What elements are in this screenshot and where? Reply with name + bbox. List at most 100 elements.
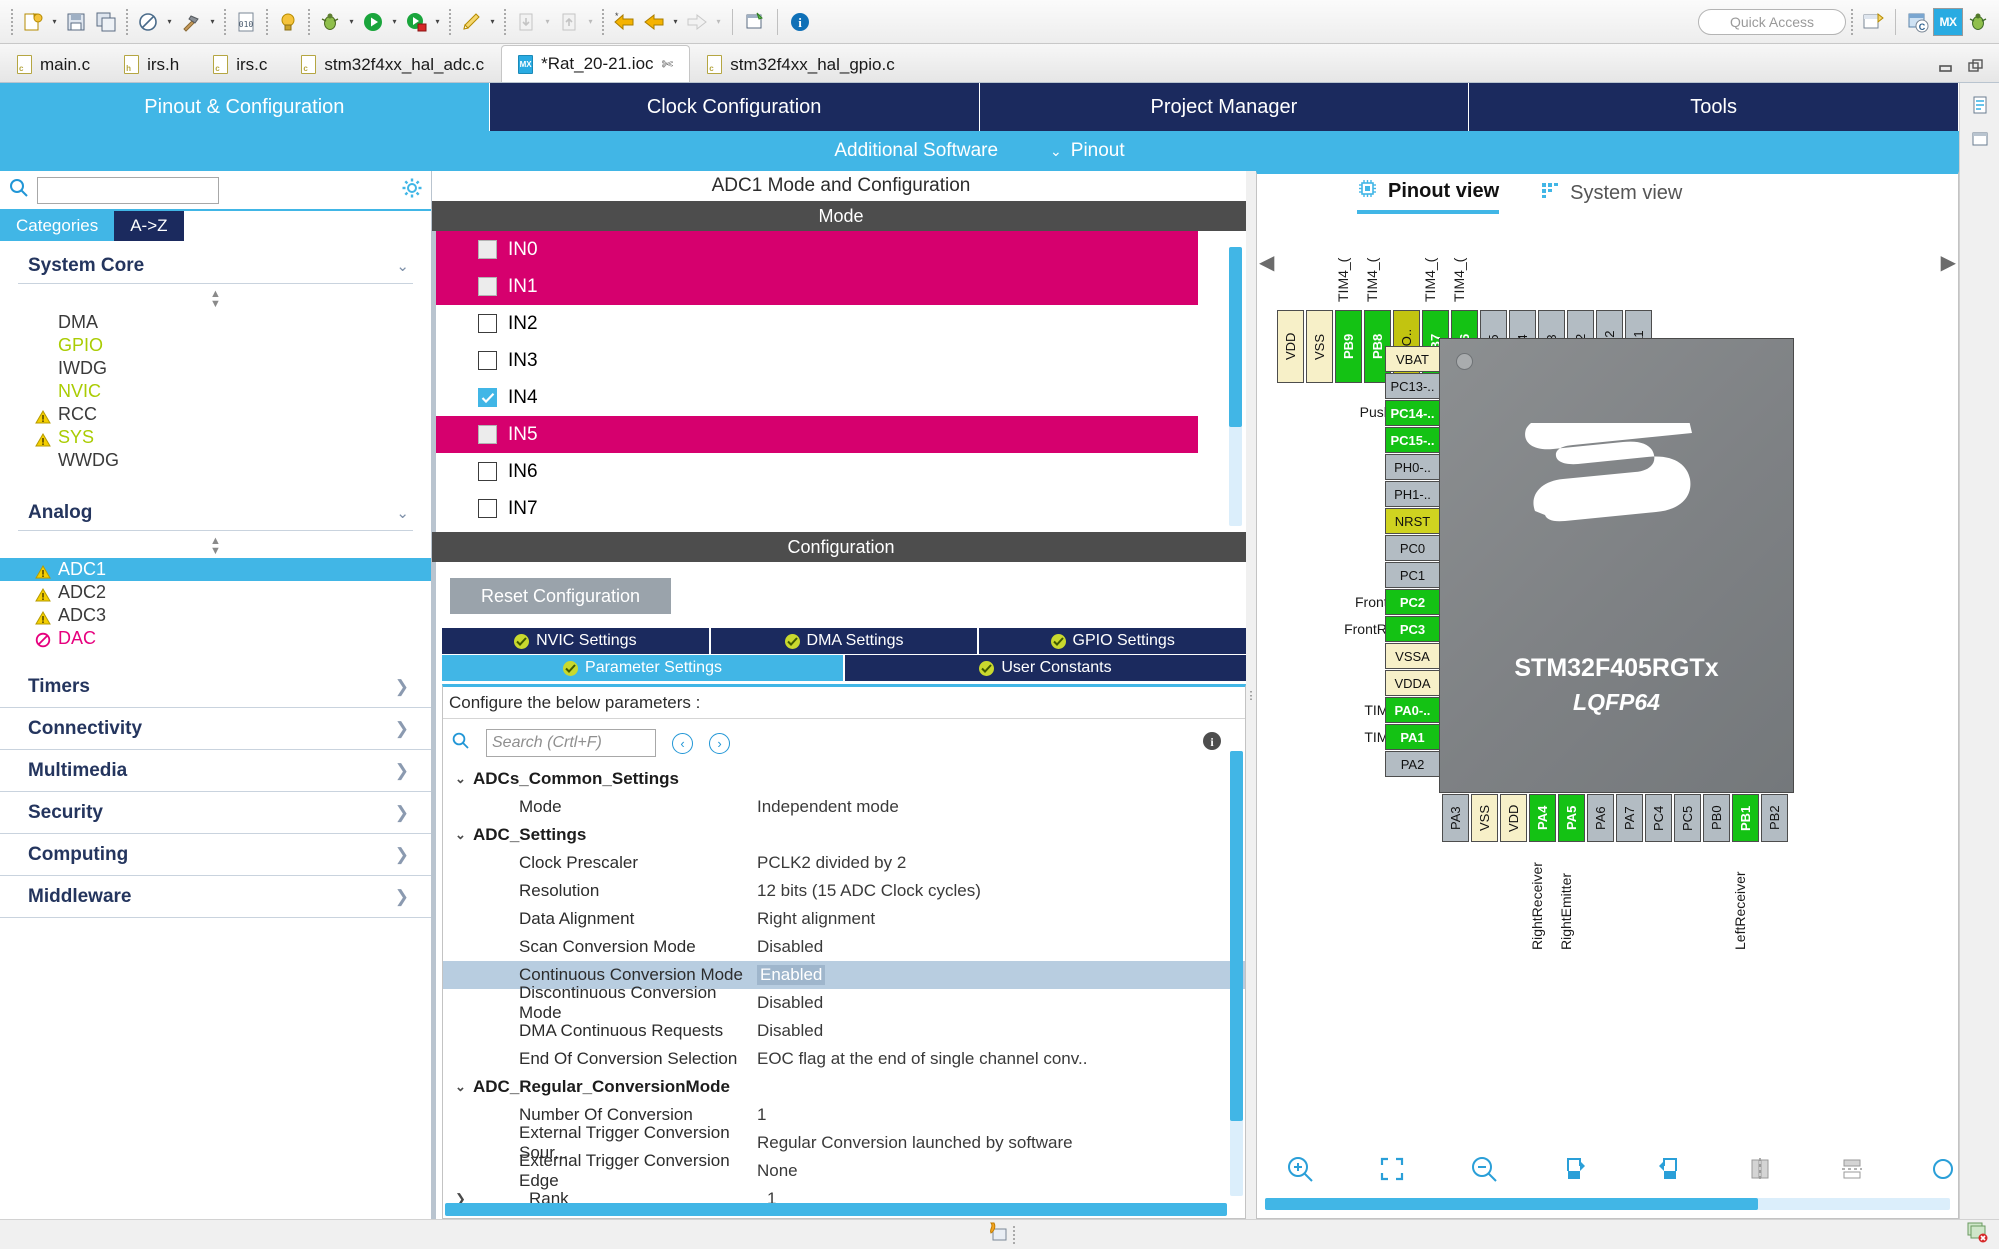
channel-row-in4[interactable]: IN4 xyxy=(436,379,1250,416)
pin-pb2[interactable]: PB2 xyxy=(1761,794,1788,842)
mcu-chip-body[interactable]: STM32F405RGTx LQFP64 xyxy=(1439,338,1794,793)
param-value[interactable]: None xyxy=(757,1161,798,1181)
pin-vdda[interactable]: VDDA xyxy=(1385,670,1440,696)
tab-clock-configuration[interactable]: Clock Configuration xyxy=(490,83,980,131)
pin-vdd-bot[interactable]: VDD xyxy=(1500,794,1527,842)
forward-dropdown-icon[interactable]: ▾ xyxy=(712,7,725,37)
editor-tab-irs-c[interactable]: c irs.c xyxy=(196,46,284,82)
channel-row-in2[interactable]: IN2 xyxy=(436,305,1250,342)
tab-project-manager[interactable]: Project Manager xyxy=(980,83,1470,131)
build-status-icon[interactable] xyxy=(985,1221,1009,1248)
tree-node-adc-regular-conversionmode[interactable]: ⌄ ADC_Regular_ConversionMode xyxy=(443,1073,1245,1101)
rotate-right-icon[interactable] xyxy=(1561,1152,1591,1186)
checkbox-in1[interactable] xyxy=(478,277,497,296)
param-value[interactable]: Right alignment xyxy=(757,909,875,929)
step-into-icon[interactable] xyxy=(511,7,541,37)
pin-pa2[interactable]: PA2 xyxy=(1385,751,1440,777)
subnav-additional-software[interactable]: Additional Software xyxy=(834,140,998,162)
search-prev-icon[interactable]: ‹ xyxy=(672,733,693,754)
subnav-pinout[interactable]: ⌄ Pinout xyxy=(1050,140,1125,162)
chevron-right-icon[interactable]: ❯ xyxy=(395,803,409,823)
channel-row-in3[interactable]: IN3 xyxy=(436,342,1250,379)
channel-row-in6[interactable]: IN6 xyxy=(436,453,1250,490)
new-file-dropdown-icon[interactable]: ▾ xyxy=(48,7,61,37)
scroll-spinner-icon[interactable]: ▲▼ xyxy=(0,531,431,556)
tab-system-view[interactable]: System view xyxy=(1539,180,1682,212)
sidebar-item-wwdg[interactable]: WWDG xyxy=(0,449,431,472)
param-value[interactable]: 1 xyxy=(757,1105,766,1125)
pin-pa6[interactable]: PA6 xyxy=(1587,794,1614,842)
sidebar-item-adc1[interactable]: ADC1 xyxy=(0,558,431,581)
run-dropdown-icon[interactable]: ▾ xyxy=(388,7,401,37)
sidebar-item-multimedia[interactable]: Multimedia ❯ xyxy=(0,750,431,792)
editor-tab-ioc[interactable]: MX *Rat_20-21.ioc ✄ xyxy=(501,45,690,82)
pin-pc3[interactable]: PC3 xyxy=(1385,616,1440,642)
search-next-icon[interactable]: › xyxy=(709,733,730,754)
build-hammer-icon[interactable] xyxy=(176,7,206,37)
sidebar-item-computing[interactable]: Computing ❯ xyxy=(0,834,431,876)
pin-pc0[interactable]: PC0 xyxy=(1385,535,1440,561)
pinout-hscrollbar-thumb[interactable] xyxy=(1265,1198,1758,1210)
pin-vssa[interactable]: VSSA xyxy=(1385,643,1440,669)
outline-view-icon[interactable] xyxy=(1968,93,1992,117)
stacked-error-icon[interactable] xyxy=(1963,1230,1989,1247)
chevron-down-icon[interactable]: ⌄ xyxy=(396,257,409,275)
flip-horizontal-icon[interactable] xyxy=(1745,1152,1775,1186)
sidebar-item-timers[interactable]: Timers ❯ xyxy=(0,666,431,708)
pen-icon[interactable] xyxy=(456,7,486,37)
pin-pa3[interactable]: PA3 xyxy=(1442,794,1469,842)
chevron-right-icon[interactable]: ❯ xyxy=(395,887,409,907)
back-dropdown-icon[interactable]: ▾ xyxy=(669,7,682,37)
zoom-fit-icon[interactable] xyxy=(1377,1152,1407,1186)
parameter-scrollbar-thumb[interactable] xyxy=(1230,751,1243,1121)
param-row-scan-conversion-mode[interactable]: Scan Conversion Mode Disabled xyxy=(443,933,1245,961)
checkbox-in3[interactable] xyxy=(478,351,497,370)
chevron-right-icon[interactable]: ❯ xyxy=(395,719,409,739)
pin-pa4[interactable]: PA4 xyxy=(1529,794,1556,842)
pinout-hscrollbar-track[interactable] xyxy=(1265,1198,1950,1210)
pin-pa5[interactable]: PA5 xyxy=(1558,794,1585,842)
debug-skip-icon[interactable] xyxy=(133,7,163,37)
channel-row-in1[interactable]: IN1 xyxy=(436,268,1198,305)
param-row-mode[interactable]: Mode Independent mode xyxy=(443,793,1245,821)
close-icon[interactable]: ✄ xyxy=(662,56,674,73)
sidebar-item-dac[interactable]: DAC xyxy=(0,627,431,650)
sidebar-item-gpio[interactable]: GPIO xyxy=(0,334,431,357)
pan-right-icon[interactable]: ▶ xyxy=(1941,250,1956,275)
pin-pa7[interactable]: PA7 xyxy=(1616,794,1643,842)
sidebar-item-security[interactable]: Security ❯ xyxy=(0,792,431,834)
gear-icon[interactable] xyxy=(401,177,423,204)
param-row-data-alignment[interactable]: Data Alignment Right alignment xyxy=(443,905,1245,933)
pin-pc4[interactable]: PC4 xyxy=(1645,794,1672,842)
lightbulb-icon[interactable] xyxy=(273,7,303,37)
pin-ph0[interactable]: PH0-.. xyxy=(1385,454,1440,480)
checkbox-in5[interactable] xyxy=(478,425,497,444)
sidebar-tab-a-to-z[interactable]: A->Z xyxy=(114,211,183,241)
minimize-icon[interactable] xyxy=(1937,59,1955,78)
param-row-external-trigger-conversion-edge[interactable]: External Trigger Conversion Edge None xyxy=(443,1157,1245,1185)
tab-pinout-configuration[interactable]: Pinout & Configuration xyxy=(0,83,490,131)
param-row-clock-prescaler[interactable]: Clock Prescaler PCLK2 divided by 2 xyxy=(443,849,1245,877)
save-all-icon[interactable] xyxy=(91,7,121,37)
param-value[interactable]: Independent mode xyxy=(757,797,899,817)
checkbox-in2[interactable] xyxy=(478,314,497,333)
pin-ph1[interactable]: PH1-.. xyxy=(1385,481,1440,507)
save-icon[interactable] xyxy=(61,7,91,37)
editor-tab-irs-h[interactable]: h irs.h xyxy=(107,46,196,82)
tree-node-adc-settings[interactable]: ⌄ ADC_Settings xyxy=(443,821,1245,849)
pin-pa1[interactable]: PA1 xyxy=(1385,724,1440,750)
info-icon[interactable]: i xyxy=(785,7,815,37)
scroll-spinner-icon[interactable]: ▲▼ xyxy=(0,284,431,309)
param-value[interactable]: Enabled xyxy=(757,965,825,985)
step-out-icon[interactable] xyxy=(554,7,584,37)
chevron-right-icon[interactable]: ❯ xyxy=(395,761,409,781)
rotate-left-icon[interactable] xyxy=(1653,1152,1683,1186)
param-value[interactable]: Disabled xyxy=(757,937,823,957)
pin-pb1[interactable]: PB1 xyxy=(1732,794,1759,842)
sidebar-tab-categories[interactable]: Categories xyxy=(0,211,114,241)
debug-bug-icon[interactable] xyxy=(315,7,345,37)
sidebar-search-input[interactable] xyxy=(37,177,219,204)
channel-row-in7[interactable]: IN7 xyxy=(436,490,1250,527)
editor-tab-hal-adc[interactable]: c stm32f4xx_hal_adc.c xyxy=(284,46,501,82)
param-row-resolution[interactable]: Resolution 12 bits (15 ADC Clock cycles) xyxy=(443,877,1245,905)
